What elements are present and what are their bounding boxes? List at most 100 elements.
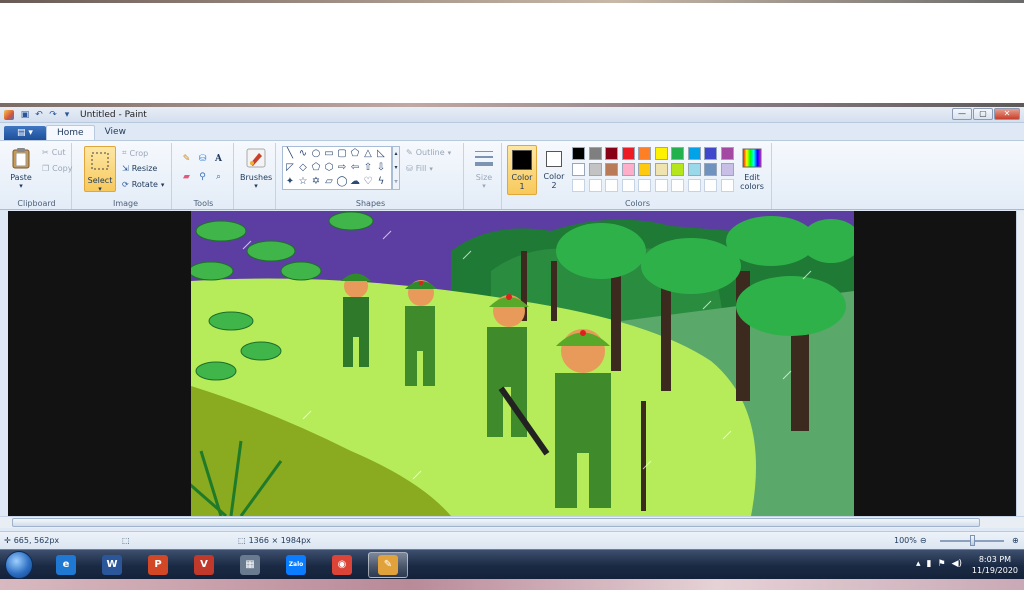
zoom-in-icon[interactable]: ⊕ [1012, 536, 1019, 545]
callout-rect-icon[interactable]: ▱ [323, 176, 335, 188]
palette-swatch[interactable] [704, 179, 717, 192]
palette-swatch[interactable] [671, 163, 684, 176]
left-arrow-shape-icon[interactable]: ⇦ [349, 162, 361, 174]
eraser-icon[interactable]: ▰ [180, 171, 193, 184]
callout-oval-icon[interactable]: ◯ [336, 176, 348, 188]
rectangle-shape-icon[interactable]: ▭ [323, 148, 335, 160]
clock[interactable]: 8:03 PM 11/19/2020 [972, 554, 1018, 576]
palette-swatch[interactable] [638, 179, 651, 192]
palette-swatch[interactable] [572, 179, 585, 192]
up-arrow-shape-icon[interactable]: ⇧ [362, 162, 374, 174]
taskbar-app-calculator[interactable]: ▦ [230, 552, 270, 578]
undo-icon[interactable]: ↶ [34, 110, 44, 120]
heart-shape-icon[interactable]: ♡ [362, 176, 374, 188]
palette-swatch[interactable] [638, 147, 651, 160]
palette-swatch[interactable] [588, 147, 602, 160]
copy-button[interactable]: ❐ Copy [42, 164, 72, 173]
start-button[interactable] [5, 551, 33, 579]
select-button[interactable]: Select ▾ [84, 146, 116, 193]
paint-app-icon[interactable] [4, 109, 14, 120]
line-shape-icon[interactable]: ╲ [284, 148, 296, 160]
palette-swatch[interactable] [638, 163, 651, 176]
pentagon-shape-icon[interactable]: ⬠ [310, 162, 322, 174]
palette-swatch[interactable] [671, 179, 684, 192]
magnifier-icon[interactable]: ⌕ [212, 171, 225, 184]
zoom-out-icon[interactable]: ⊖ [920, 536, 927, 545]
right-triangle-2-shape-icon[interactable]: ◸ [284, 162, 296, 174]
palette-swatch[interactable] [588, 163, 602, 176]
palette-swatch[interactable] [572, 163, 585, 176]
outline-button[interactable]: ✎ Outline ▾ [406, 148, 451, 157]
horizontal-scrollbar[interactable] [0, 516, 1024, 528]
redo-icon[interactable]: ↷ [48, 110, 58, 120]
rounded-rectangle-shape-icon[interactable]: ▢ [336, 148, 348, 160]
taskbar-app-chrome[interactable]: ◉ [322, 552, 362, 578]
palette-swatch[interactable] [605, 147, 618, 160]
palette-swatch[interactable] [605, 179, 618, 192]
horizontal-scroll-thumb[interactable] [12, 518, 980, 527]
palette-swatch[interactable] [588, 179, 602, 192]
palette-swatch[interactable] [687, 163, 701, 176]
flag-icon[interactable]: ⚑ [937, 559, 945, 569]
size-button[interactable]: Size ▾ [468, 147, 500, 190]
network-icon[interactable]: ▮ [927, 559, 932, 569]
select-dropdown-icon[interactable]: ▾ [85, 185, 115, 193]
text-tool-icon[interactable]: A [212, 153, 225, 166]
fill-button[interactable]: ⛁ Fill ▾ [406, 164, 433, 173]
palette-swatch[interactable] [687, 147, 701, 160]
callout-cloud-icon[interactable]: ☁ [349, 176, 361, 188]
curve-shape-icon[interactable]: ∿ [297, 148, 309, 160]
edit-colors-button[interactable]: Edit colors [736, 147, 768, 191]
four-point-star-icon[interactable]: ✦ [284, 176, 296, 188]
taskbar-app-powerpoint[interactable]: P [138, 552, 178, 578]
tab-view[interactable]: View [95, 125, 136, 140]
hexagon-shape-icon[interactable]: ⬡ [323, 162, 335, 174]
pencil-icon[interactable]: ✎ [180, 153, 193, 166]
taskbar-app-word[interactable]: W [92, 552, 132, 578]
color2-button[interactable]: Color 2 [539, 145, 569, 195]
shapes-scroll[interactable]: ▴ ▾ ▿ [392, 146, 400, 190]
volume-icon[interactable]: ◀) [952, 559, 962, 569]
palette-swatch[interactable] [720, 179, 734, 192]
taskbar-app-internet-explorer[interactable]: e [46, 552, 86, 578]
down-arrow-shape-icon[interactable]: ⇩ [375, 162, 387, 174]
palette-swatch[interactable] [654, 163, 668, 176]
palette-swatch[interactable] [654, 179, 668, 192]
drawing-canvas[interactable] [191, 211, 854, 516]
color-picker-icon[interactable]: ⚲ [196, 171, 209, 184]
diamond-shape-icon[interactable]: ◇ [297, 162, 309, 174]
brushes-dropdown-icon[interactable]: ▾ [240, 182, 272, 190]
right-arrow-shape-icon[interactable]: ⇨ [336, 162, 348, 174]
file-menu-button[interactable]: ▤ ▾ [4, 126, 46, 140]
cut-button[interactable]: ✂ Cut [42, 148, 66, 157]
close-button[interactable]: ✕ [994, 108, 1020, 120]
zoom-slider-thumb[interactable] [970, 535, 975, 546]
palette-swatch[interactable] [621, 147, 635, 160]
oval-shape-icon[interactable]: ○ [310, 148, 322, 160]
palette-swatch[interactable] [704, 163, 717, 176]
brushes-button[interactable]: Brushes ▾ [240, 147, 272, 190]
taskbar-app-paint[interactable]: ✎ [368, 552, 408, 578]
palette-swatch[interactable] [671, 147, 684, 160]
triangle-shape-icon[interactable]: △ [362, 148, 374, 160]
lightning-shape-icon[interactable]: ϟ [375, 176, 387, 188]
fill-bucket-icon[interactable]: ⛁ [196, 153, 209, 166]
paste-button[interactable]: Paste ▾ [8, 147, 34, 190]
minimize-button[interactable]: — [952, 108, 972, 120]
five-point-star-icon[interactable]: ☆ [297, 176, 309, 188]
taskbar-app-zalo[interactable]: Zalo [276, 552, 316, 578]
palette-swatch[interactable] [621, 163, 635, 176]
palette-swatch[interactable] [720, 163, 734, 176]
show-hidden-icons-icon[interactable]: ▴ [916, 559, 921, 569]
palette-swatch[interactable] [621, 179, 635, 192]
palette-swatch[interactable] [720, 147, 734, 160]
palette-swatch[interactable] [704, 147, 717, 160]
customize-qat-icon[interactable]: ▾ [62, 110, 72, 120]
color1-button[interactable]: Color 1 [507, 145, 537, 195]
palette-swatch[interactable] [605, 163, 618, 176]
resize-button[interactable]: ⇲ Resize [122, 164, 157, 173]
crop-button[interactable]: ⌗ Crop [122, 148, 148, 158]
vertical-scrollbar[interactable] [1016, 211, 1024, 516]
save-icon[interactable]: ▣ [20, 110, 30, 120]
maximize-button[interactable]: ▢ [973, 108, 993, 120]
